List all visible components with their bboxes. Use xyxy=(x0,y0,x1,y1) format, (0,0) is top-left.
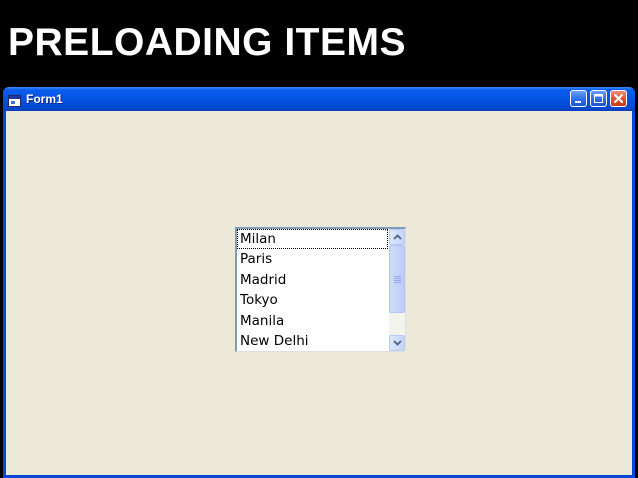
minimize-icon xyxy=(575,101,581,103)
chevron-down-icon xyxy=(393,340,402,346)
grip-line xyxy=(394,280,401,281)
close-button[interactable] xyxy=(610,90,627,107)
maximize-button[interactable] xyxy=(590,90,607,107)
vertical-scrollbar[interactable] xyxy=(389,229,405,351)
scroll-up-button[interactable] xyxy=(389,229,405,245)
grip-line xyxy=(394,276,401,277)
list-item[interactable]: Tokyo xyxy=(237,290,390,310)
form-icon[interactable] xyxy=(8,92,21,107)
form-client-area: Milan Paris Madrid Tokyo Manila New Delh… xyxy=(6,111,632,475)
maximize-icon xyxy=(594,94,603,103)
close-icon xyxy=(614,94,623,103)
minimize-button[interactable] xyxy=(570,90,587,107)
slide-title: PRELOADING ITEMS xyxy=(8,21,407,64)
scroll-thumb[interactable] xyxy=(389,245,405,313)
chevron-up-icon xyxy=(393,234,402,240)
listbox-items: Milan Paris Madrid Tokyo Manila New Delh… xyxy=(237,229,390,351)
cities-listbox[interactable]: Milan Paris Madrid Tokyo Manila New Delh… xyxy=(235,227,406,352)
window-title: Form1 xyxy=(26,92,63,106)
list-item[interactable]: Paris xyxy=(237,249,390,269)
list-item[interactable]: Milan xyxy=(237,229,388,250)
list-item[interactable]: Manila xyxy=(237,311,390,331)
grip-line xyxy=(394,282,401,283)
form-window: Form1 Milan Paris Madrid Tokyo Manila Ne… xyxy=(3,87,635,478)
scroll-down-button[interactable] xyxy=(389,335,405,351)
title-bar[interactable]: Form1 xyxy=(3,87,635,111)
list-item[interactable]: Madrid xyxy=(237,270,390,290)
grip-line xyxy=(394,278,401,279)
list-item[interactable]: New Delhi xyxy=(237,331,390,351)
